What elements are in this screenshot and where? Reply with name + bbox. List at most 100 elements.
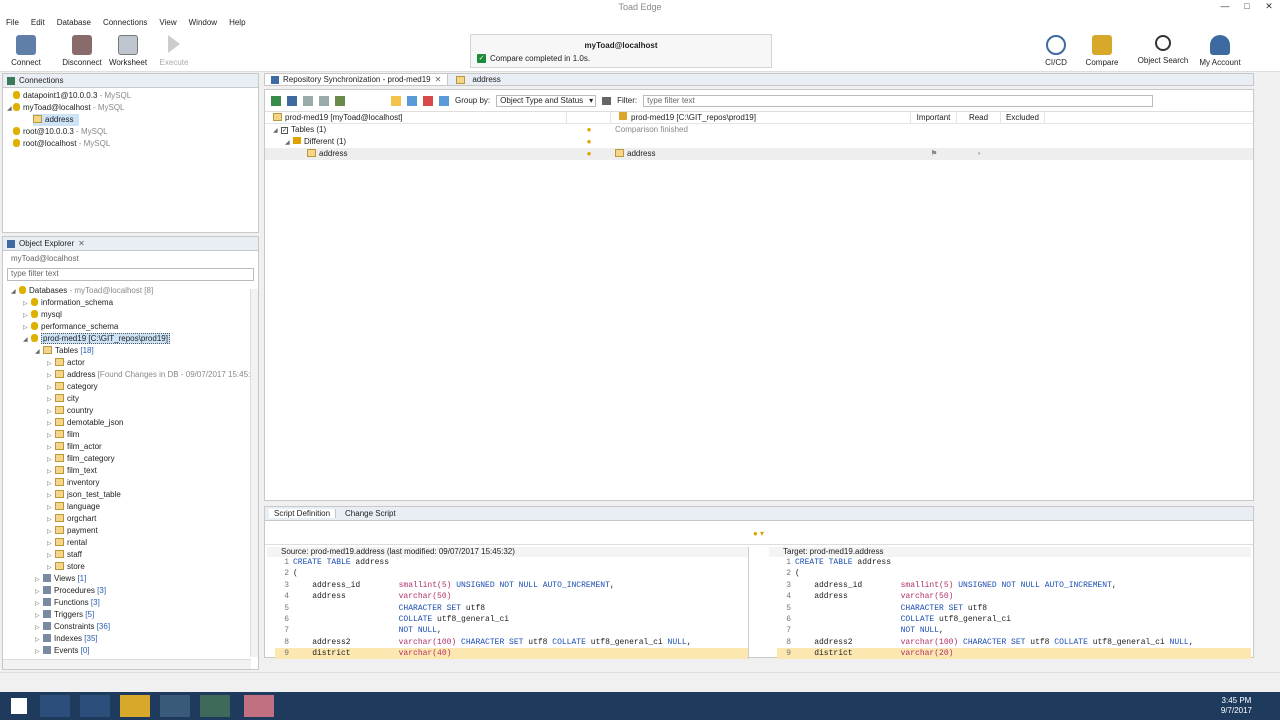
code-line[interactable]: 3 address_id smallint(5) UNSIGNED NOT NU…	[275, 580, 748, 591]
worksheet-button[interactable]: Worksheet	[108, 35, 148, 67]
sync-refresh-icon[interactable]	[271, 95, 281, 106]
menu-connections[interactable]: Connections	[97, 18, 153, 27]
table-item[interactable]: ▷ country	[11, 405, 258, 417]
tree-object-group[interactable]: ▷ Views [1]	[11, 573, 258, 585]
table-item[interactable]: ▷ film_actor	[11, 441, 258, 453]
object-search-button[interactable]: Object Search	[1136, 35, 1190, 65]
menu-database[interactable]: Database	[51, 18, 97, 27]
maximize-icon[interactable]: □	[1236, 0, 1258, 14]
tab-change-script[interactable]: Change Script	[340, 509, 401, 518]
code-line[interactable]: 5 CHARACTER SET utf8	[275, 603, 748, 614]
disconnect-button[interactable]: Disconnect	[60, 35, 104, 67]
sync-row-tables[interactable]: ◢ ✓ Tables (1) ● Comparison finished	[265, 124, 1253, 136]
diff-navigate-icon[interactable]: ● ▾	[753, 529, 764, 538]
code-line[interactable]: 4 address varchar(50)	[275, 591, 748, 602]
tab-repository-sync[interactable]: Repository Synchronization - prod-med19 …	[265, 74, 449, 85]
status-filter-missing-icon[interactable]	[423, 95, 433, 106]
table-item[interactable]: ▷ category	[11, 381, 258, 393]
tree-object-group[interactable]: ▷ Constraints [36]	[11, 621, 258, 633]
connection-item[interactable]: root@localhost - MySQL	[7, 138, 254, 150]
code-line[interactable]: 3 address_id smallint(5) UNSIGNED NOT NU…	[777, 580, 1251, 591]
my-account-button[interactable]: My Account	[1196, 35, 1244, 67]
connection-item[interactable]: datapoint1@10.0.0.3 - MySQL	[7, 90, 254, 102]
code-line[interactable]: 6 COLLATE utf8_general_ci	[275, 614, 748, 625]
compare-button[interactable]: Compare	[1084, 35, 1120, 67]
apply-left-icon[interactable]	[303, 95, 313, 106]
close-tab-icon[interactable]: ✕	[435, 75, 442, 84]
code-line[interactable]: 7 NOT NULL,	[275, 625, 748, 636]
code-line[interactable]: 5 CHARACTER SET utf8	[777, 603, 1251, 614]
tree-db[interactable]: ▷ information_schema	[11, 297, 258, 309]
taskbar-app[interactable]	[120, 695, 150, 717]
taskbar-app[interactable]	[244, 695, 274, 717]
tab-address[interactable]: address	[448, 74, 508, 85]
system-clock[interactable]: 3:45 PM 9/7/2017	[1221, 696, 1252, 716]
status-filter-equal-icon[interactable]	[391, 95, 401, 106]
tree-project-db[interactable]: ◢ prod-med19 [C:\GIT_repos\prod19]	[11, 333, 258, 345]
tree-tables[interactable]: ◢ Tables [18]	[11, 345, 258, 357]
tree-db[interactable]: ▷ performance_schema	[11, 321, 258, 333]
code-line[interactable]: 4 address varchar(50)	[777, 591, 1251, 602]
sync-row-different[interactable]: ◢ Different (1) ●	[265, 136, 1253, 148]
col-important[interactable]: Important	[911, 112, 957, 123]
connect-button[interactable]: Connect	[10, 35, 42, 67]
tree-object-group[interactable]: ▷ Indexes [35]	[11, 633, 258, 645]
table-item[interactable]: ▷ orgchart	[11, 513, 258, 525]
execute-button[interactable]: Execute	[158, 35, 190, 67]
menu-view[interactable]: View	[153, 18, 182, 27]
table-item[interactable]: ▷ staff	[11, 549, 258, 561]
code-line[interactable]: 9 district varchar(20)	[777, 648, 1251, 659]
tab-script-definition[interactable]: Script Definition	[269, 509, 337, 518]
tree-databases[interactable]: ◢ Databases - myToad@localhost [8]	[11, 285, 258, 297]
close-icon[interactable]: ✕	[1258, 0, 1280, 14]
connection-item[interactable]: root@10.0.0.3 - MySQL	[7, 126, 254, 138]
code-line[interactable]: 8 address2 varchar(100) CHARACTER SET ut…	[777, 637, 1251, 648]
table-item[interactable]: ▷ city	[11, 393, 258, 405]
col-excluded[interactable]: Excluded	[1001, 112, 1045, 123]
code-line[interactable]: 2(	[275, 568, 748, 579]
menu-edit[interactable]: Edit	[25, 18, 51, 27]
explorer-filter-input[interactable]: type filter text	[7, 268, 254, 281]
menu-file[interactable]: File	[0, 18, 25, 27]
code-line[interactable]: 8 address2 varchar(100) CHARACTER SET ut…	[275, 637, 748, 648]
code-line[interactable]: 2(	[777, 568, 1251, 579]
col-read[interactable]: Read	[957, 112, 1001, 123]
status-filter-link-icon[interactable]	[439, 95, 449, 106]
sync-filter-input[interactable]: type filter text	[643, 94, 1154, 107]
table-item[interactable]: ▷ demotable_json	[11, 417, 258, 429]
apply-right-icon[interactable]	[319, 95, 329, 106]
table-item[interactable]: ▷ inventory	[11, 477, 258, 489]
table-item[interactable]: ▷ language	[11, 501, 258, 513]
code-line[interactable]: 7 NOT NULL,	[777, 625, 1251, 636]
explorer-hscrollbar[interactable]	[3, 659, 251, 669]
code-line[interactable]: 9 district varchar(40)	[275, 648, 748, 659]
tree-object-group[interactable]: ▷ Procedures [3]	[11, 585, 258, 597]
minimize-icon[interactable]: —	[1214, 0, 1236, 14]
table-item[interactable]: ▷ rental	[11, 537, 258, 549]
source-code[interactable]: 1 CREATE TABLE address 2(3 address_id smal…	[267, 557, 748, 659]
table-item[interactable]: ▷ film_text	[11, 465, 258, 477]
code-line[interactable]: 1 CREATE TABLE address	[777, 557, 1251, 568]
table-item[interactable]: ▷ payment	[11, 525, 258, 537]
sync-row-address[interactable]: address ● address ⚑ •	[265, 148, 1253, 160]
table-item[interactable]: ▷ film_category	[11, 453, 258, 465]
code-line[interactable]: 1 CREATE TABLE address	[275, 557, 748, 568]
taskbar-app[interactable]	[80, 695, 110, 717]
close-tab-icon[interactable]: ✕	[78, 239, 85, 248]
code-line[interactable]: 6 COLLATE utf8_general_ci	[777, 614, 1251, 625]
target-code[interactable]: 1 CREATE TABLE address 2(3 address_id smal…	[769, 557, 1251, 659]
tree-object-group[interactable]: ▷ Triggers [5]	[11, 609, 258, 621]
tree-object-group[interactable]: ▷ Events [0]	[11, 645, 258, 657]
status-filter-different-icon[interactable]	[407, 95, 417, 106]
tab-object-explorer[interactable]: Object Explorer ✕	[3, 237, 258, 251]
start-button[interactable]	[4, 695, 34, 717]
read-dot-icon[interactable]: •	[957, 148, 1001, 160]
taskbar-app[interactable]	[40, 695, 70, 717]
explorer-vscrollbar[interactable]	[250, 289, 258, 657]
table-item[interactable]: ▷ json_test_table	[11, 489, 258, 501]
menu-window[interactable]: Window	[183, 18, 223, 27]
cicd-button[interactable]: CI/CD	[1042, 35, 1070, 67]
flag-icon[interactable]: ⚑	[911, 148, 957, 160]
table-item[interactable]: ▷ actor	[11, 357, 258, 369]
checkbox-icon[interactable]: ✓	[281, 127, 288, 134]
